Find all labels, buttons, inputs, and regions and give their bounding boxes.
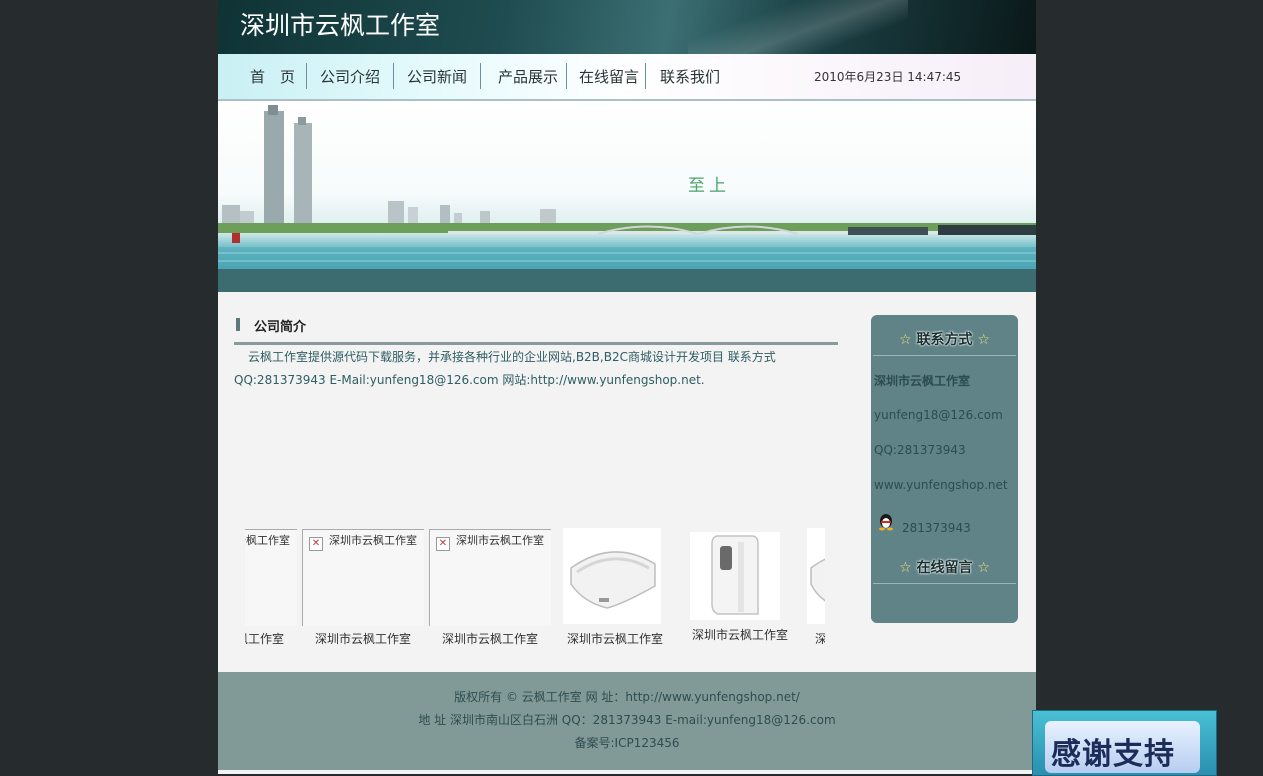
page: 深圳市云枫工作室 首 页 公司介绍 公司新闻 产品展示 在线留言 联系我们 20… (218, 0, 1036, 774)
qq-penguin-icon[interactable] (877, 513, 895, 531)
product-item[interactable]: ✕ 深圳市云枫工作室 深圳市云枫工作室 (245, 528, 297, 650)
nav-home[interactable]: 首 页 (250, 66, 295, 87)
main-nav: 首 页 公司介绍 公司新闻 产品展示 在线留言 联系我们 2010年6月23日 … (218, 54, 1036, 101)
image-alt-text: 深圳市云枫工作室 (245, 534, 290, 547)
footer-copyright: 版权所有 © 云枫工作室 网 址：http://www.yunfengshop.… (454, 690, 800, 704)
contact-heading: ☆ 联系方式 ☆ (871, 329, 1018, 349)
site-header: 深圳市云枫工作室 (218, 0, 1036, 54)
nav-divider (480, 63, 481, 89)
broken-image: ✕ 深圳市云枫工作室 (429, 529, 551, 626)
badge-panel: 感谢支持 (1045, 721, 1200, 773)
message-title[interactable]: 在线留言 (917, 560, 973, 576)
site-footer: 版权所有 © 云枫工作室 网 址：http://www.yunfengshop.… (218, 672, 1036, 770)
contact-email[interactable]: yunfeng18@126.com (874, 408, 1003, 422)
footer-icp: 备案号:ICP123456 (574, 736, 680, 750)
product-caption[interactable]: 深圳市云枫工作室 (802, 630, 825, 647)
product-caption[interactable]: 深圳市云枫工作室 (554, 630, 676, 647)
banner-image: 至上 (218, 101, 1036, 269)
broken-image-icon: ✕ (309, 537, 323, 551)
section-header: 公司简介 (234, 316, 838, 345)
sidebar-divider (873, 583, 1016, 584)
star-icon: ☆ (977, 560, 990, 576)
box-sensor-illustration (711, 535, 759, 615)
banner-slogan: 至上 (688, 176, 730, 196)
nav-divider (645, 63, 646, 89)
product-image-sensor[interactable] (807, 528, 825, 624)
product-image-detector[interactable] (690, 532, 780, 620)
company-intro: 云枫工作室提供源代码下载服务，并承接各种行业的企业网站,B2B,B2C商城设计开… (234, 346, 834, 392)
product-item[interactable]: 深圳市云枫工作室 (679, 528, 801, 650)
product-item[interactable]: 深圳市云枫工作室 (802, 528, 825, 650)
product-item[interactable]: 深圳市云枫工作室 (554, 528, 676, 650)
nav-contact[interactable]: 联系我们 (660, 66, 720, 87)
product-item[interactable]: ✕ 深圳市云枫工作室 深圳市云枫工作室 (429, 528, 551, 650)
header-shine (688, 0, 908, 54)
product-image-sensor[interactable] (563, 528, 661, 624)
sidebar-divider (873, 355, 1016, 356)
contact-company: 深圳市云枫工作室 (874, 374, 971, 388)
nav-news[interactable]: 公司新闻 (407, 66, 467, 87)
badge-text: 感谢支持 (1051, 737, 1175, 772)
product-caption[interactable]: 深圳市云枫工作室 (679, 626, 801, 643)
product-caption[interactable]: 深圳市云枫工作室 (429, 630, 551, 647)
contact-qq: QQ:281373943 (874, 443, 966, 457)
intro-line-1: 云枫工作室提供源代码下载服务，并承接各种行业的企业网站,B2B,B2C商城设计开… (248, 350, 776, 364)
nav-divider (566, 63, 567, 89)
site-title: 深圳市云枫工作室 (240, 11, 441, 40)
product-caption[interactable]: 深圳市云枫工作室 (302, 630, 424, 647)
message-heading[interactable]: ☆ 在线留言 ☆ (871, 557, 1018, 577)
star-icon: ☆ (899, 560, 912, 576)
nav-products[interactable]: 产品展示 (498, 66, 558, 87)
image-alt-text: 深圳市云枫工作室 (456, 534, 544, 547)
banner-bottom-strip (218, 269, 1036, 292)
city-skyline-illustration (218, 105, 1036, 269)
star-icon: ☆ (899, 332, 912, 348)
thanks-badge[interactable]: 感谢支持 (1032, 710, 1217, 776)
product-item[interactable]: ✕ 深圳市云枫工作室 深圳市云枫工作室 (302, 528, 424, 650)
nav-divider (306, 63, 307, 89)
current-datetime: 2010年6月23日 14:47:45 (814, 70, 962, 84)
contact-sidebar: ☆ 联系方式 ☆ 深圳市云枫工作室 yunfeng18@126.com QQ:2… (871, 315, 1018, 623)
broken-image-icon: ✕ (436, 537, 450, 551)
nav-guestbook[interactable]: 在线留言 (579, 66, 639, 87)
contact-qq-number[interactable]: 281373943 (902, 521, 971, 535)
nav-about[interactable]: 公司介绍 (320, 66, 380, 87)
contact-title: 联系方式 (916, 332, 973, 348)
footer-address: 地 址 深圳市南山区白石洲 QQ：281373943 E-mail:yunfen… (418, 713, 836, 727)
product-caption[interactable]: 深圳市云枫工作室 (245, 630, 297, 647)
section-marker-icon (236, 318, 240, 331)
broken-image: ✕ 深圳市云枫工作室 (302, 529, 424, 626)
product-gallery: ✕ 深圳市云枫工作室 深圳市云枫工作室 ✕ 深圳市云枫工作室 深圳市云枫工作室 … (245, 528, 825, 650)
nav-divider (393, 63, 394, 89)
image-alt-text: 深圳市云枫工作室 (329, 534, 417, 547)
broken-image: ✕ 深圳市云枫工作室 (245, 529, 297, 626)
curved-sensor-illustration (810, 558, 825, 602)
section-title: 公司简介 (254, 320, 307, 335)
contact-website[interactable]: www.yunfengshop.net (874, 478, 1008, 492)
star-icon: ☆ (977, 332, 990, 348)
intro-line-2: QQ:281373943 E-Mail:yunfeng18@126.com 网站… (234, 373, 705, 387)
curved-sensor-illustration (570, 551, 656, 609)
